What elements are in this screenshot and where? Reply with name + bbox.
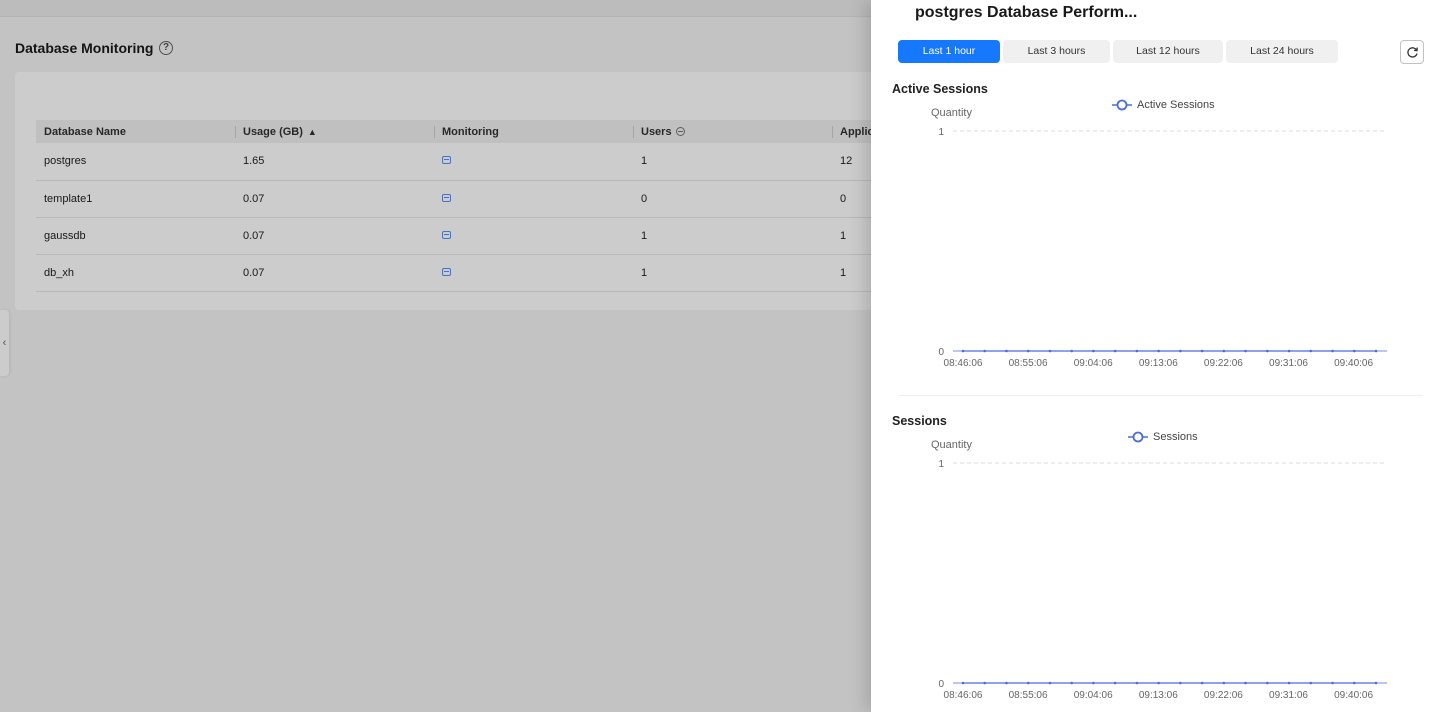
data-point[interactable] bbox=[1135, 349, 1139, 353]
y-axis-label: Quantity bbox=[931, 439, 972, 451]
data-point[interactable] bbox=[1266, 349, 1269, 353]
data-point[interactable] bbox=[1287, 349, 1291, 353]
drawer-title: postgres Database Perform... bbox=[915, 4, 1138, 21]
data-point[interactable] bbox=[1092, 681, 1095, 685]
data-point[interactable] bbox=[961, 681, 965, 685]
data-point[interactable] bbox=[1070, 349, 1073, 353]
tab-last-24-hours[interactable]: Last 24 hours bbox=[1226, 40, 1338, 63]
x-tick-label: 09:22:06 bbox=[1204, 690, 1243, 701]
data-point[interactable] bbox=[1309, 349, 1313, 353]
active-sessions-chart: Quantity Active Sessions 1 008:46:06 08:55:0… bbox=[931, 99, 1387, 369]
data-point[interactable] bbox=[1222, 349, 1226, 353]
data-point[interactable] bbox=[1244, 349, 1247, 353]
tab-last-3-hours[interactable]: Last 3 hours bbox=[1003, 40, 1110, 63]
y-tick-label: 1 bbox=[938, 459, 944, 470]
data-point[interactable] bbox=[1266, 681, 1269, 685]
legend-marker[interactable] bbox=[1132, 431, 1144, 443]
data-point[interactable] bbox=[1113, 349, 1117, 353]
data-point[interactable] bbox=[1331, 349, 1334, 353]
data-point[interactable] bbox=[1005, 681, 1008, 685]
x-tick-label: 08:55:06 bbox=[1009, 358, 1048, 369]
data-point[interactable] bbox=[1113, 681, 1117, 685]
refresh-icon bbox=[1406, 46, 1418, 58]
data-point[interactable] bbox=[1005, 349, 1008, 353]
y-tick-label: 0 bbox=[938, 679, 944, 690]
performance-drawer: postgres Database Perform... Last 1 hour… bbox=[871, 0, 1432, 712]
x-tick-label: 09:13:06 bbox=[1139, 690, 1178, 701]
data-point[interactable] bbox=[983, 349, 987, 353]
data-point[interactable] bbox=[1352, 681, 1356, 685]
x-tick-label: 09:40:06 bbox=[1334, 690, 1373, 701]
data-point[interactable] bbox=[1287, 681, 1291, 685]
x-tick-label: 09:40:06 bbox=[1334, 358, 1373, 369]
chart-title-active-sessions: Active Sessions bbox=[892, 82, 988, 96]
data-point[interactable] bbox=[1070, 681, 1073, 685]
x-tick-label: 08:55:06 bbox=[1009, 690, 1048, 701]
data-point[interactable] bbox=[1179, 349, 1182, 353]
data-point[interactable] bbox=[1200, 681, 1204, 685]
data-point[interactable] bbox=[1048, 681, 1052, 685]
y-axis-label: Quantity bbox=[931, 107, 972, 119]
data-point[interactable] bbox=[1244, 681, 1247, 685]
data-point[interactable] bbox=[1374, 681, 1378, 685]
time-range-tabs: Last 1 hour Last 3 hours Last 12 hours L… bbox=[898, 40, 1338, 63]
x-tick-label: 09:13:06 bbox=[1139, 358, 1178, 369]
panel-divider bbox=[898, 395, 1423, 396]
tab-last-12-hours[interactable]: Last 12 hours bbox=[1113, 40, 1223, 63]
x-tick-label: 08:46:06 bbox=[944, 358, 983, 369]
x-tick-label: 09:22:06 bbox=[1204, 358, 1243, 369]
legend-marker[interactable] bbox=[1116, 99, 1128, 111]
tab-last-1-hour[interactable]: Last 1 hour bbox=[898, 40, 1000, 63]
chart-title-sessions: Sessions bbox=[892, 414, 947, 428]
data-point[interactable] bbox=[1374, 349, 1378, 353]
x-tick-label: 09:31:06 bbox=[1269, 690, 1308, 701]
legend-label[interactable]: Active Sessions bbox=[1137, 99, 1215, 111]
legend-label[interactable]: Sessions bbox=[1153, 431, 1198, 443]
data-point[interactable] bbox=[1331, 681, 1334, 685]
data-point[interactable] bbox=[983, 681, 987, 685]
x-tick-label: 09:04:06 bbox=[1074, 358, 1113, 369]
sessions-chart: Quantity Sessions 1 008:46:06 08:55:06 09:04:… bbox=[931, 431, 1387, 701]
data-point[interactable] bbox=[1048, 349, 1052, 353]
x-tick-label: 08:46:06 bbox=[944, 690, 983, 701]
refresh-button[interactable] bbox=[1400, 40, 1424, 64]
x-tick-label: 09:31:06 bbox=[1269, 358, 1308, 369]
data-point[interactable] bbox=[961, 349, 965, 353]
data-point[interactable] bbox=[1179, 681, 1182, 685]
data-point[interactable] bbox=[1157, 681, 1160, 685]
data-point[interactable] bbox=[1026, 349, 1030, 353]
data-point[interactable] bbox=[1026, 681, 1030, 685]
y-tick-label: 0 bbox=[938, 347, 944, 358]
data-point[interactable] bbox=[1157, 349, 1160, 353]
data-point[interactable] bbox=[1352, 349, 1356, 353]
y-tick-label: 1 bbox=[938, 127, 944, 138]
data-point[interactable] bbox=[1222, 681, 1226, 685]
data-point[interactable] bbox=[1135, 681, 1139, 685]
data-point[interactable] bbox=[1309, 681, 1313, 685]
x-tick-label: 09:04:06 bbox=[1074, 690, 1113, 701]
data-point[interactable] bbox=[1200, 349, 1204, 353]
data-point[interactable] bbox=[1092, 349, 1095, 353]
